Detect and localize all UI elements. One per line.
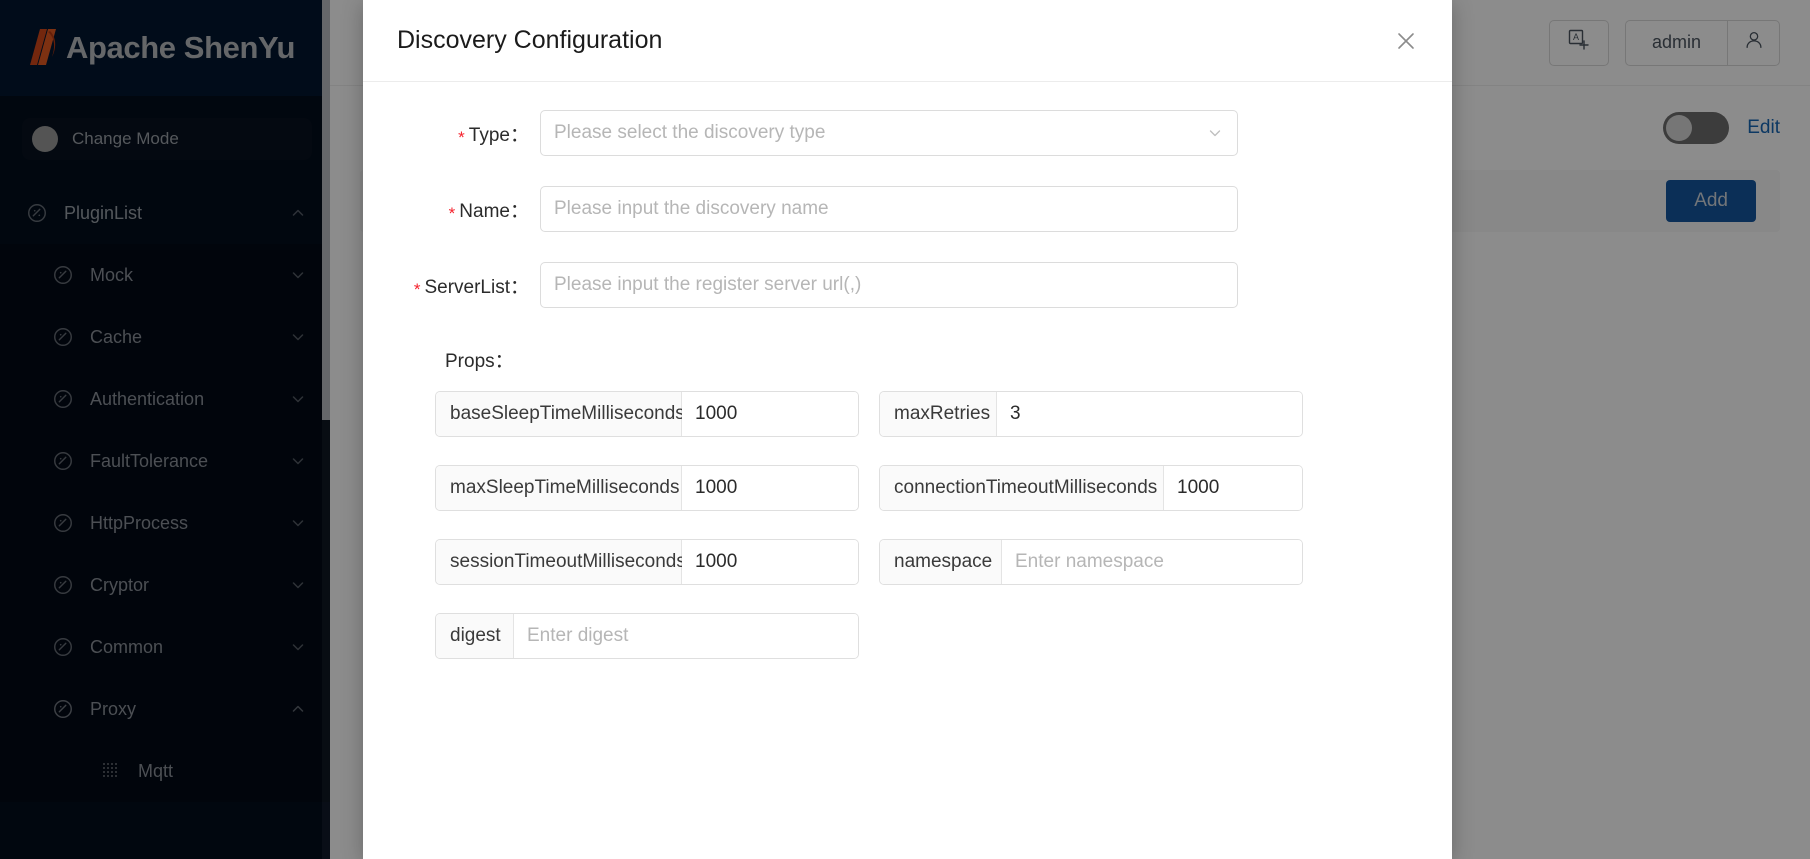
prop-connectiontimeoutmilliseconds[interactable]: connectionTimeoutMilliseconds 1000 [879,465,1303,511]
type-placeholder: Please select the discovery type [554,122,825,144]
prop-key: connectionTimeoutMilliseconds [880,466,1164,510]
modal-header: Discovery Configuration [363,0,1452,82]
prop-value[interactable]: 1000 [682,540,858,584]
prop-digest[interactable]: digest Enter digest [435,613,859,659]
type-label: *Type： [397,120,540,147]
modal-title: Discovery Configuration [397,26,662,55]
type-select[interactable]: Please select the discovery type [540,110,1238,156]
prop-key: namespace [880,540,1002,584]
prop-value[interactable]: 1000 [682,392,858,436]
prop-value[interactable]: Enter namespace [1002,540,1302,584]
prop-key: maxSleepTimeMilliseconds [436,466,682,510]
label-colon: ： [495,351,514,372]
name-placeholder: Please input the discovery name [554,198,829,220]
app-root: Apache ShenYu Change Mode [0,0,1810,859]
chevron-down-icon [1207,125,1223,141]
prop-maxretries[interactable]: maxRetries 3 [879,391,1303,437]
prop-value[interactable]: Enter digest [514,614,858,658]
props-label-text: Props [445,351,495,372]
prop-maxsleeptimemilliseconds[interactable]: maxSleepTimeMilliseconds 1000 [435,465,859,511]
props-section-label: Props： [445,346,1418,373]
form-row-name: *Name： Please input the discovery name [397,186,1418,232]
prop-namespace[interactable]: namespace Enter namespace [879,539,1303,585]
form-row-type: *Type： Please select the discovery type [397,110,1418,156]
prop-sessiontimeoutmilliseconds[interactable]: sessionTimeoutMilliseconds 1000 [435,539,859,585]
props-grid: baseSleepTimeMilliseconds 1000 maxRetrie… [435,391,1418,659]
serverlist-input[interactable]: Please input the register server url(,) [540,262,1238,308]
required-star-icon: * [449,204,456,223]
name-label-text: Name [459,201,510,222]
name-label: *Name： [397,196,540,223]
prop-key: digest [436,614,514,658]
required-star-icon: * [458,128,465,147]
prop-key: sessionTimeoutMilliseconds [436,540,682,584]
required-star-icon: * [414,280,421,299]
prop-key: baseSleepTimeMilliseconds [436,392,682,436]
name-input[interactable]: Please input the discovery name [540,186,1238,232]
type-label-text: Type [469,125,510,146]
serverlist-label: *ServerList： [397,272,540,299]
prop-value[interactable]: 3 [997,392,1302,436]
close-icon[interactable] [1386,21,1426,61]
discovery-configuration-modal: Discovery Configuration *Type： Please se… [363,0,1452,859]
modal-body: *Type： Please select the discovery type … [363,82,1452,859]
serverlist-placeholder: Please input the register server url(,) [554,274,861,296]
prop-key: maxRetries [880,392,997,436]
prop-basesleeptimemilliseconds[interactable]: baseSleepTimeMilliseconds 1000 [435,391,859,437]
form-row-serverlist: *ServerList： Please input the register s… [397,262,1418,308]
serverlist-label-text: ServerList [424,277,510,298]
prop-value[interactable]: 1000 [1164,466,1302,510]
label-colon: ： [510,125,529,146]
label-colon: ： [510,201,529,222]
label-colon: ： [510,277,529,298]
prop-value[interactable]: 1000 [682,466,858,510]
